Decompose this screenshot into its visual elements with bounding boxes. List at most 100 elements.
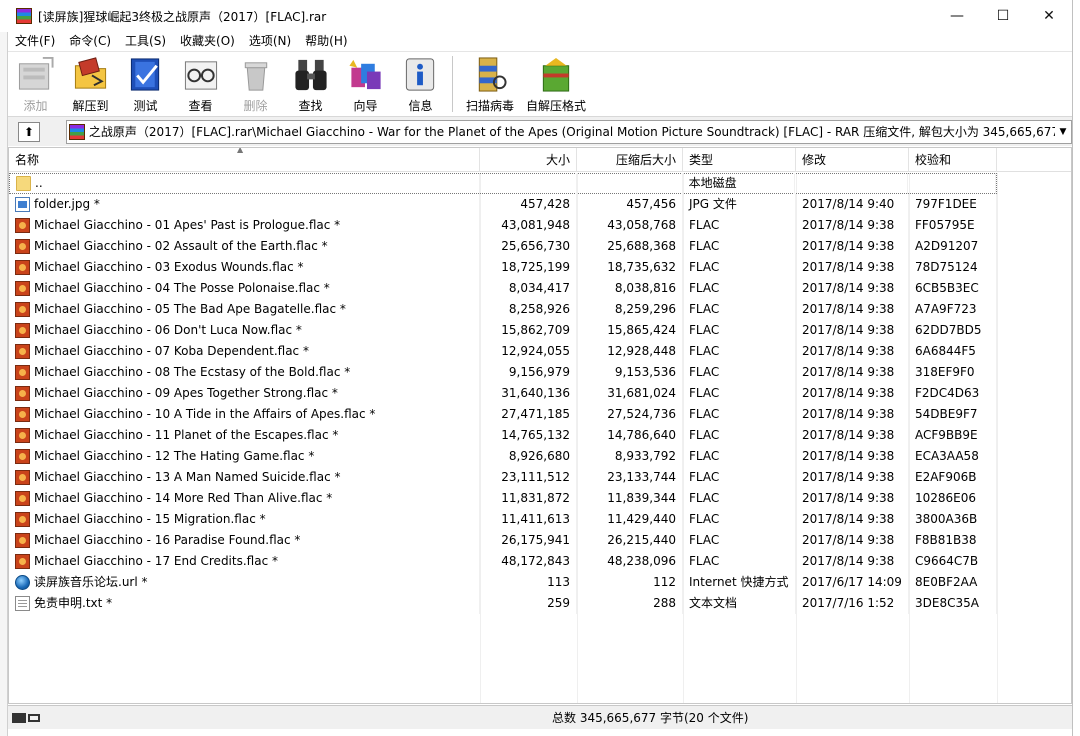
close-button[interactable]: ✕: [1026, 0, 1072, 32]
table-row[interactable]: Michael Giacchino - 09 Apes Together Str…: [9, 383, 1071, 404]
file-list[interactable]: ▲ 名称 大小 压缩后大小 类型 修改 校验和 .. 本地磁盘 folder.jpg…: [8, 147, 1072, 704]
minimize-button[interactable]: —: [934, 0, 980, 32]
extract-to-button[interactable]: 解压到: [63, 52, 118, 114]
file-packed-cell: 43,058,768: [577, 215, 683, 236]
file-crc-cell: 8E0BF2AA: [909, 572, 997, 593]
info-button[interactable]: 信息: [393, 52, 448, 114]
table-row[interactable]: Michael Giacchino - 14 More Red Than Ali…: [9, 488, 1071, 509]
sfx-icon: [542, 57, 570, 92]
table-row[interactable]: Michael Giacchino - 10 A Tide in the Aff…: [9, 404, 1071, 425]
wizard-label: 向导: [353, 99, 378, 113]
file-name: Michael Giacchino - 16 Paradise Found.fl…: [34, 533, 301, 547]
table-row[interactable]: Michael Giacchino - 05 The Bad Ape Bagat…: [9, 299, 1071, 320]
toolbar: 添加 解压到 测试 查看 删除 查找 向导 信息 扫描病毒 自解压格式: [8, 51, 1072, 115]
file-size-cell: 26,175,941: [480, 530, 577, 551]
file-crc-cell: 3DE8C35A: [909, 593, 997, 614]
table-row[interactable]: Michael Giacchino - 01 Apes' Past is Pro…: [9, 215, 1071, 236]
maximize-button[interactable]: ☐: [980, 0, 1026, 32]
column-header-crc[interactable]: 校验和: [909, 148, 997, 172]
file-crc-cell: 6CB5B3EC: [909, 278, 997, 299]
file-crc-cell: 3800A36B: [909, 509, 997, 530]
file-size-cell: 259: [480, 593, 577, 614]
column-header-type[interactable]: 类型: [683, 148, 796, 172]
view-button[interactable]: 查看: [173, 52, 228, 114]
flac-file-icon: [15, 533, 30, 548]
column-header-packed[interactable]: 压缩后大小: [577, 148, 683, 172]
table-row[interactable]: Michael Giacchino - 17 End Credits.flac …: [9, 551, 1071, 572]
path-field[interactable]: 之战原声（2017）[FLAC].rar\Michael Giacchino -…: [65, 119, 1072, 144]
table-row[interactable]: Michael Giacchino - 02 Assault of the Ea…: [9, 236, 1071, 257]
file-crc-cell: E2AF906B: [909, 467, 997, 488]
add-button[interactable]: 添加: [8, 52, 63, 114]
title-bar: [读屏族]猩球崛起3终极之战原声（2017）[FLAC].rar — ☐ ✕: [0, 0, 1072, 32]
menu-favorites[interactable]: 收藏夹(O): [173, 32, 242, 50]
file-size-cell: 27,471,185: [480, 404, 577, 425]
file-type-cell: FLAC: [683, 509, 796, 530]
file-packed-cell: 8,038,816: [577, 278, 683, 299]
file-name-cell: Michael Giacchino - 17 End Credits.flac …: [9, 551, 480, 572]
status-bar: 总数 345,665,677 字节(20 个文件): [8, 705, 1072, 729]
file-type-cell: FLAC: [683, 278, 796, 299]
chevron-down-icon[interactable]: ▼: [1055, 120, 1071, 143]
add-label: 添加: [23, 99, 48, 113]
table-row[interactable]: Michael Giacchino - 07 Koba Dependent.fl…: [9, 341, 1071, 362]
sfx-button[interactable]: 自解压格式: [521, 52, 591, 114]
file-crc-cell: 78D75124: [909, 257, 997, 278]
file-modified-cell: [795, 173, 909, 194]
table-row[interactable]: 免责申明.txt * 259 288 文本文档 2017/7/16 1:52 3DE8C3…: [9, 593, 1071, 614]
menu-file[interactable]: 文件(F): [8, 32, 62, 50]
file-crc-cell: A7A9F723: [909, 299, 997, 320]
table-row[interactable]: Michael Giacchino - 03 Exodus Wounds.fla…: [9, 257, 1071, 278]
table-row[interactable]: Michael Giacchino - 06 Don't Luca Now.fl…: [9, 320, 1071, 341]
table-row[interactable]: Michael Giacchino - 04 The Posse Polonai…: [9, 278, 1071, 299]
file-type-cell: FLAC: [683, 320, 796, 341]
column-header-size[interactable]: 大小: [480, 148, 577, 172]
file-modified-cell: 2017/8/14 9:38: [796, 530, 909, 551]
table-row[interactable]: Michael Giacchino - 15 Migration.flac * 1…: [9, 509, 1071, 530]
up-folder-button[interactable]: ⬆: [18, 121, 40, 142]
file-packed-cell: 18,735,632: [577, 257, 683, 278]
file-modified-cell: 2017/8/14 9:38: [796, 551, 909, 572]
table-row[interactable]: Michael Giacchino - 08 The Ecstasy of th…: [9, 362, 1071, 383]
file-crc-cell: 6A6844F5: [909, 341, 997, 362]
table-row[interactable]: 读屏族音乐论坛.url * 113 112 Internet 快捷方式 2017/6/1…: [9, 572, 1071, 593]
file-name-cell: Michael Giacchino - 15 Migration.flac *: [9, 509, 480, 530]
file-size-cell: 48,172,843: [480, 551, 577, 572]
file-type-cell: FLAC: [683, 404, 796, 425]
table-row[interactable]: Michael Giacchino - 12 The Hating Game.f…: [9, 446, 1071, 467]
test-button[interactable]: 测试: [118, 52, 173, 114]
flac-file-icon: [15, 428, 30, 443]
table-row[interactable]: Michael Giacchino - 11 Planet of the Esc…: [9, 425, 1071, 446]
file-name-cell: Michael Giacchino - 01 Apes' Past is Pro…: [9, 215, 480, 236]
find-button[interactable]: 查找: [283, 52, 338, 114]
wizard-button[interactable]: 向导: [338, 52, 393, 114]
file-type-cell: 文本文档: [683, 593, 796, 614]
flac-file-icon: [15, 302, 30, 317]
flac-file-icon: [15, 323, 30, 338]
file-size-cell: 113: [480, 572, 577, 593]
view-label: 查看: [188, 99, 213, 113]
table-row[interactable]: Michael Giacchino - 16 Paradise Found.fl…: [9, 530, 1071, 551]
menu-options[interactable]: 选项(N): [242, 32, 298, 50]
virus-scan-icon: [478, 57, 507, 92]
menu-commands[interactable]: 命令(C): [62, 32, 118, 50]
table-row[interactable]: folder.jpg * 457,428 457,456 JPG 文件 2017/8/1…: [9, 194, 1071, 215]
column-header-modified[interactable]: 修改: [796, 148, 909, 172]
file-type-cell: FLAC: [683, 299, 796, 320]
menu-tools[interactable]: 工具(S): [118, 32, 173, 50]
file-modified-cell: 2017/8/14 9:38: [796, 509, 909, 530]
file-name-cell: Michael Giacchino - 04 The Posse Polonai…: [9, 278, 480, 299]
table-row[interactable]: Michael Giacchino - 13 A Man Named Suici…: [9, 467, 1071, 488]
column-header-name[interactable]: ▲ 名称: [9, 148, 480, 172]
file-crc-cell: [908, 173, 996, 194]
menu-help[interactable]: 帮助(H): [298, 32, 354, 50]
delete-button[interactable]: 删除: [228, 52, 283, 114]
scan-virus-button[interactable]: 扫描病毒: [459, 52, 521, 114]
file-name: Michael Giacchino - 07 Koba Dependent.fl…: [34, 344, 309, 358]
flac-file-icon: [15, 365, 30, 380]
file-modified-cell: 2017/8/14 9:38: [796, 488, 909, 509]
file-type-cell: FLAC: [683, 215, 796, 236]
sfx-label: 自解压格式: [525, 99, 586, 113]
file-modified-cell: 2017/8/14 9:38: [796, 341, 909, 362]
parent-folder-row[interactable]: .. 本地磁盘: [9, 173, 997, 194]
